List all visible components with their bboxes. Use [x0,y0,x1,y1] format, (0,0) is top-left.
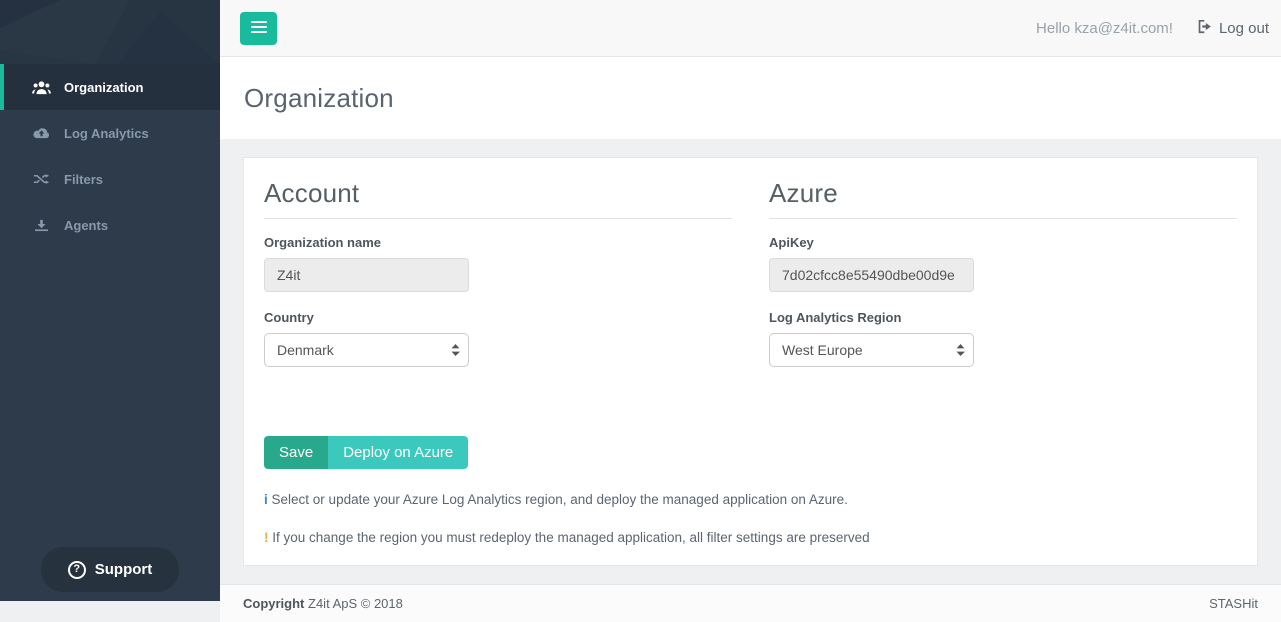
user-greeting: Hello kza@z4it.com! [1036,20,1173,37]
logout-label: Log out [1219,20,1269,37]
region-group: Log Analytics Region West Europe [769,310,1237,367]
apikey-input[interactable] [769,258,974,292]
info-note: i Select or update your Azure Log Analyt… [264,492,1237,507]
country-select[interactable]: Denmark [264,333,469,367]
info-icon: i [264,492,268,507]
azure-section: Azure ApiKey Log Analytics Region West E… [769,178,1237,385]
country-label: Country [264,310,732,325]
azure-heading: Azure [769,178,1237,219]
support-button[interactable]: ? Support [41,547,179,592]
download-icon [32,219,51,232]
save-button[interactable]: Save [264,436,328,469]
copyright-label: Copyright [243,596,304,611]
region-label: Log Analytics Region [769,310,1237,325]
settings-columns: Account Organization name Country Denmar… [264,178,1237,385]
page-header: Organization [220,57,1281,139]
sidebar-item-organization[interactable]: Organization [0,64,220,110]
sidebar-item-label: Organization [64,80,143,95]
warning-note: ! If you change the region you must rede… [264,530,1237,545]
region-select-wrap: West Europe [769,333,974,367]
sidebar-nav: Organization Log Analytics [0,64,220,248]
sidebar-item-label: Filters [64,172,103,187]
menu-toggle-button[interactable] [240,12,277,45]
footer: Copyright Z4it ApS © 2018 STASHit [220,584,1281,622]
apikey-group: ApiKey [769,235,1237,292]
logo-polygon-pattern [0,0,220,64]
question-circle-icon: ? [68,561,86,579]
sign-out-icon [1197,19,1212,38]
sidebar-item-label: Agents [64,218,108,233]
account-heading: Account [264,178,732,219]
sidebar: Organization Log Analytics [0,0,220,601]
deploy-on-azure-button[interactable]: Deploy on Azure [328,436,468,469]
action-buttons: Save Deploy on Azure [264,436,1237,469]
copyright-text: Z4it ApS © 2018 [308,596,403,611]
support-label: Support [95,561,153,578]
organization-name-group: Organization name [264,235,732,292]
footer-brand: STASHit [1209,596,1258,611]
users-icon [32,80,51,95]
warning-text: If you change the region you must redepl… [272,530,869,545]
page-title: Organization [244,83,394,114]
main-column: Hello kza@z4it.com! Log out Organization… [220,0,1281,601]
account-section: Account Organization name Country Denmar… [264,178,732,385]
apikey-label: ApiKey [769,235,1237,250]
content-area: Account Organization name Country Denmar… [220,139,1281,584]
country-group: Country Denmark [264,310,732,367]
sidebar-item-label: Log Analytics [64,126,149,141]
sidebar-logo-area [0,0,220,64]
settings-card: Account Organization name Country Denmar… [243,157,1258,566]
sidebar-item-filters[interactable]: Filters [0,156,220,202]
region-select[interactable]: West Europe [769,333,974,367]
sidebar-item-agents[interactable]: Agents [0,202,220,248]
topbar: Hello kza@z4it.com! Log out [220,0,1281,57]
warning-icon: ! [264,530,269,545]
logout-link[interactable]: Log out [1197,19,1269,38]
hamburger-icon [251,21,267,36]
sidebar-item-log-analytics[interactable]: Log Analytics [0,110,220,156]
support-area: ? Support [0,547,220,592]
organization-name-label: Organization name [264,235,732,250]
organization-name-input[interactable] [264,258,469,292]
shuffle-icon [32,173,51,185]
info-text: Select or update your Azure Log Analytic… [272,492,848,507]
country-select-wrap: Denmark [264,333,469,367]
copyright: Copyright Z4it ApS © 2018 [243,596,403,611]
cloud-upload-icon [32,127,51,140]
topbar-right: Hello kza@z4it.com! Log out [1036,19,1269,38]
